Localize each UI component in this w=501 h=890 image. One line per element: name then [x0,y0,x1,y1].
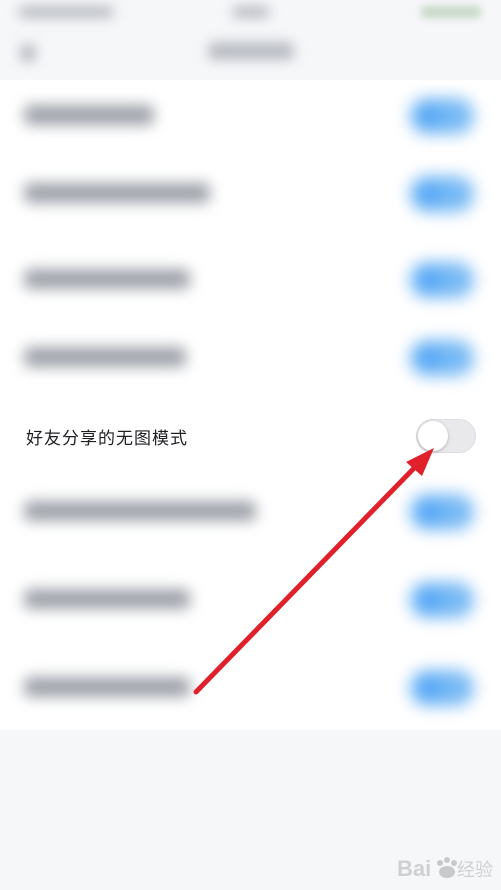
setting-label: 好友分享的无图模式 [26,429,188,448]
page-title-blurred [208,42,294,60]
toggle-knob [418,421,448,451]
battery-icon [421,6,481,18]
toggle-switch-off[interactable] [416,419,476,453]
svg-text:经验: 经验 [457,860,493,881]
toggle-switch-blurred[interactable] [410,340,474,376]
setting-label-blurred [24,347,186,367]
app-screen: 好友分享的无图模式 Bai 经验 [0,0,501,890]
back-icon[interactable] [20,44,36,62]
toggle-switch-blurred[interactable] [410,98,474,134]
setting-label-blurred [24,501,256,521]
settings-row-blurred [0,652,501,722]
settings-row-blurred [0,158,501,228]
toggle-switch-blurred[interactable] [410,582,474,618]
setting-label-blurred [24,589,190,609]
settings-row-blurred [0,564,501,634]
toggle-switch-blurred[interactable] [410,176,474,212]
toggle-switch-blurred[interactable] [410,494,474,530]
nav-bar [0,28,501,80]
setting-label-blurred [24,677,190,697]
settings-row-blurred [0,80,501,150]
setting-label-blurred [24,269,190,289]
settings-row-blurred [0,244,501,314]
svg-text:Bai: Bai [397,856,431,881]
settings-row-blurred [0,322,501,392]
settings-row-friend-share-no-image[interactable]: 好友分享的无图模式 [0,400,501,472]
toggle-switch-blurred[interactable] [410,670,474,706]
settings-row-blurred [0,476,501,546]
status-time-blurred [232,6,270,18]
status-bar [0,0,501,28]
status-carrier-blurred [18,6,114,18]
setting-label-blurred [24,183,210,203]
toggle-switch-blurred[interactable] [410,262,474,298]
baidu-jingyan-watermark-logo: Bai 经验 [397,856,493,881]
setting-label-blurred [24,105,154,125]
